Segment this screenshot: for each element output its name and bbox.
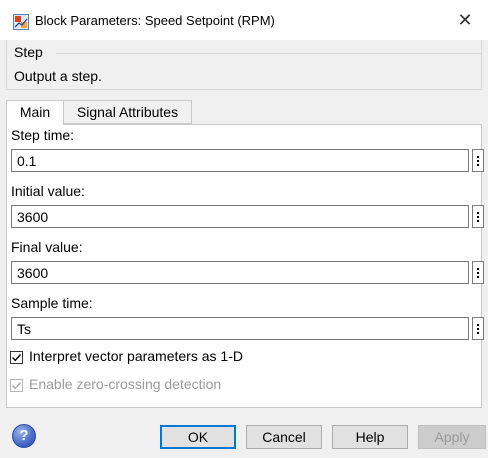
initial-value-input[interactable]	[11, 205, 469, 228]
step-time-options-button[interactable]	[472, 149, 484, 172]
ok-button[interactable]: OK	[160, 425, 236, 449]
block-type-title: Step	[14, 44, 47, 60]
final-value-options-button[interactable]	[472, 261, 484, 284]
group-divider	[56, 53, 482, 54]
final-value-label: Final value:	[11, 239, 83, 255]
final-value-input[interactable]	[11, 261, 469, 284]
apply-button[interactable]: Apply	[418, 425, 486, 449]
simulink-block-icon	[13, 14, 29, 30]
initial-value-options-button[interactable]	[472, 205, 484, 228]
title-bar: Block Parameters: Speed Setpoint (RPM) ✕	[0, 0, 488, 40]
block-parameters-dialog: Block Parameters: Speed Setpoint (RPM) ✕…	[0, 0, 488, 458]
help-button[interactable]: Help	[332, 425, 408, 449]
initial-value-label: Initial value:	[11, 183, 85, 199]
block-description: Output a step.	[14, 68, 102, 84]
checkmark-icon	[12, 354, 22, 362]
cancel-button[interactable]: Cancel	[246, 425, 322, 449]
tab-main[interactable]: Main	[6, 100, 64, 125]
sample-time-label: Sample time:	[11, 295, 93, 311]
window-title: Block Parameters: Speed Setpoint (RPM)	[35, 13, 275, 28]
step-time-input[interactable]	[11, 149, 469, 172]
close-button[interactable]: ✕	[454, 9, 476, 31]
sample-time-options-button[interactable]	[472, 317, 484, 340]
zero-crossing-checkbox[interactable]	[10, 379, 23, 392]
help-icon[interactable]: ?	[12, 424, 36, 448]
zero-crossing-label: Enable zero-crossing detection	[29, 376, 222, 392]
checkmark-icon	[12, 382, 22, 390]
interpret-vector-checkbox[interactable]	[10, 351, 23, 364]
interpret-vector-label: Interpret vector parameters as 1-D	[29, 348, 243, 364]
step-time-label: Step time:	[11, 127, 75, 143]
tab-signal-attributes[interactable]: Signal Attributes	[64, 100, 192, 124]
sample-time-input[interactable]	[11, 317, 469, 340]
